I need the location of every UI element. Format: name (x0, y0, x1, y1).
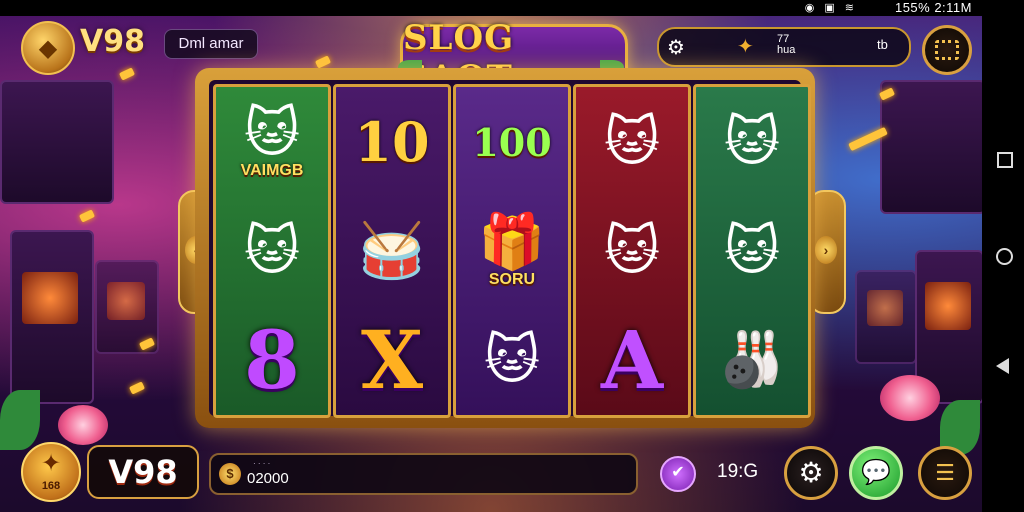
reel-4: 🐱 🐱 A (573, 84, 691, 418)
symbol-glyph: 🐱 (483, 328, 541, 391)
reel-symbol: 🐱 (576, 197, 688, 305)
symbol-label: SORU (488, 271, 536, 288)
reel-symbol: 🐱 VAIMGB (216, 88, 328, 196)
coin-spark (314, 55, 332, 69)
menu-icon (935, 40, 959, 60)
symbol-glyph: 🥁 (358, 219, 426, 282)
menu-button[interactable] (922, 25, 972, 75)
reel-symbol: 100 (456, 88, 568, 196)
gear-icon: ⚙ (798, 457, 824, 488)
system-nav-bar (982, 16, 1024, 512)
reel-symbol: X (336, 306, 448, 414)
reel-symbol: A (576, 306, 688, 414)
speaker-right (880, 80, 982, 214)
symbol-label: VAIMGB (240, 162, 304, 179)
status-icons: ◉ ▣ ≋ (805, 1, 854, 15)
coin-spark (78, 209, 96, 223)
settings-button[interactable]: ⚙ (784, 446, 838, 500)
chat-icon: 💬 (861, 459, 891, 486)
coin-spark (118, 67, 136, 81)
brand-logo-bottom: V98 (108, 453, 178, 491)
symbol-glyph: 🎁 (478, 210, 546, 273)
top-pill-right-text: tb (877, 37, 888, 52)
symbol-glyph: 🐱 (243, 101, 301, 164)
symbol-glyph: 🎳 (718, 328, 786, 391)
slot-frame: 🐱 VAIMGB 🐱 8 10 🥁 X 100 🎁 SORU 🐱 🐱 🐱 A 🐱 🐱 🎳 (195, 68, 815, 428)
reel-5: 🐱 🐱 🎳 (693, 84, 811, 418)
coin-shop-icon[interactable]: ◆ (21, 21, 75, 75)
symbol-value: 10 (354, 110, 430, 174)
heart-icon: ✔ (671, 464, 685, 481)
symbol-glyph: 🐱 (723, 110, 781, 173)
sync-icon: ◉ (804, 2, 815, 14)
reel-symbol: 🐱 (216, 197, 328, 305)
arcade-cabinet-right-back (855, 270, 917, 364)
coin-spark (128, 381, 146, 395)
back-button[interactable] (996, 358, 1009, 374)
leaf-left (0, 390, 40, 450)
lobby-button[interactable]: ☰ (918, 446, 972, 500)
reel-area: 🐱 VAIMGB 🐱 8 10 🥁 X 100 🎁 SORU 🐱 🐱 🐱 A 🐱 🐱 🎳 (209, 80, 811, 418)
wifi-icon: ≋ (844, 2, 854, 14)
status-bar: ◉ ▣ ≋ 155% 2:11M (0, 0, 1024, 16)
lobby-icon: ☰ (935, 460, 955, 485)
balance-caption: · · · · (253, 459, 271, 468)
bet-value: 19:G (717, 461, 759, 482)
balance-value: 02000 (247, 470, 289, 487)
reel-symbol: 🥁 (336, 197, 448, 305)
symbol-letter: 8 (244, 313, 300, 407)
symbol-glyph: 🐱 (723, 219, 781, 282)
symbol-letter: X (360, 313, 424, 407)
flower-left (58, 405, 108, 445)
reel-symbol: 🎁 SORU (456, 197, 568, 305)
image-icon: ▣ (824, 2, 835, 14)
speaker-left (0, 80, 114, 204)
symbol-glyph: 🐱 (603, 110, 661, 173)
recent-apps-button[interactable] (997, 152, 1013, 168)
top-pill-text: 77 hua (777, 33, 796, 56)
right-arrow-icon[interactable]: › (815, 236, 837, 264)
flower-right (880, 375, 940, 421)
reel-1: 🐱 VAIMGB 🐱 8 (213, 84, 331, 418)
coin-button-label: 168 (41, 480, 61, 492)
reel-symbol: 🐱 (696, 197, 808, 305)
chat-button[interactable]: 💬 (849, 446, 903, 500)
reel-2: 10 🥁 X (333, 84, 451, 418)
reel-symbol: 🐱 (576, 88, 688, 196)
gear-icon[interactable]: ⚙ (667, 35, 685, 60)
game-scene: ◆ V98 Dml amar SLOG SAOT ⚙ ✦ 77 hua tb ‹… (0, 0, 982, 512)
brand-logo: V98 (80, 24, 145, 59)
reel-symbol: 🐱 (696, 88, 808, 196)
brand-logo-bottom-box: V98 (87, 445, 199, 499)
coin-icon: ✦ (40, 450, 62, 477)
reel-symbol: 🎳 (696, 306, 808, 414)
reel-symbol: 8 (216, 306, 328, 414)
bonus-icon[interactable]: ✦ (737, 34, 754, 59)
symbol-glyph: 🐱 (603, 219, 661, 282)
status-text: 155% 2:11M (894, 0, 972, 15)
arcade-cabinet-left (10, 230, 94, 404)
reel-symbol: 10 (336, 88, 448, 196)
balance-coin-icon: $ (219, 463, 241, 485)
balance-bar: $ · · · · 02000 (209, 453, 638, 495)
player-name[interactable]: Dml amar (164, 29, 258, 59)
symbol-letter: A (600, 313, 664, 407)
home-button[interactable] (996, 248, 1013, 265)
symbol-value: 100 (472, 119, 552, 165)
reel-symbol: 🐱 (456, 306, 568, 414)
top-info-pill: ⚙ ✦ 77 hua tb (657, 27, 911, 67)
coin-button[interactable]: ✦ 168 (21, 442, 81, 502)
symbol-glyph: 🐱 (243, 219, 301, 282)
favorite-button[interactable]: ✔ (660, 456, 696, 492)
reel-3: 100 🎁 SORU 🐱 (453, 84, 571, 418)
